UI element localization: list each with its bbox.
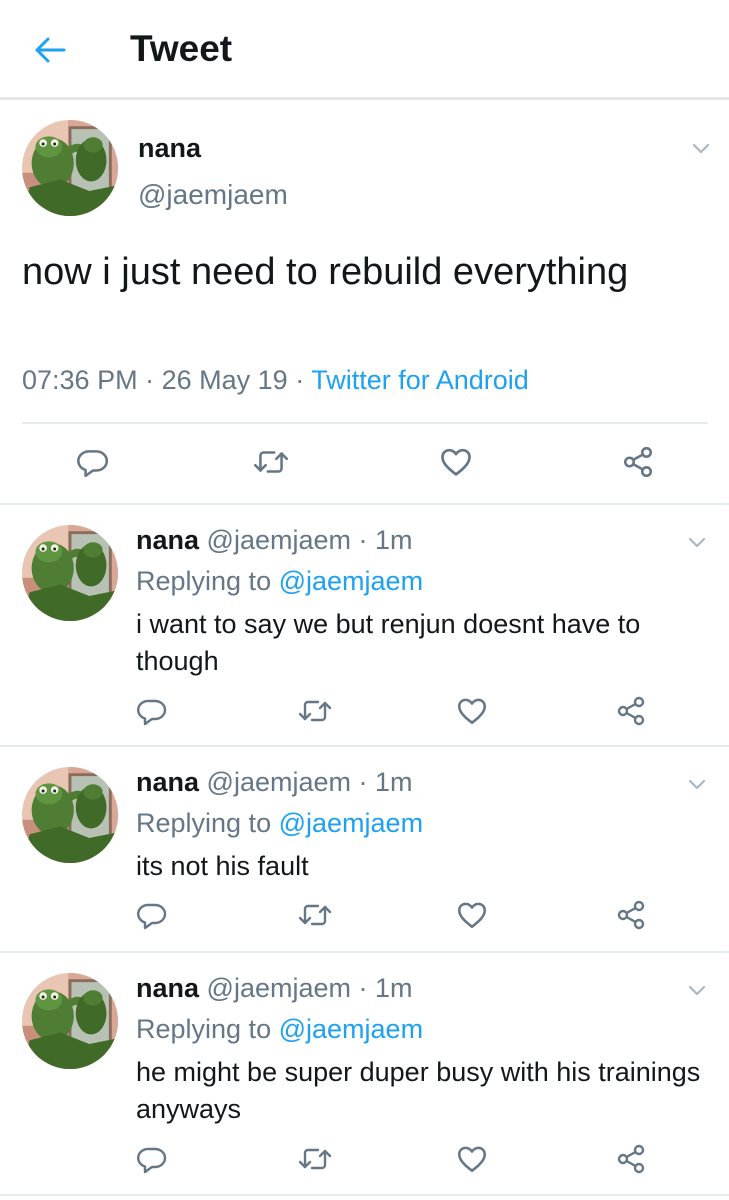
heart-icon	[455, 1142, 489, 1176]
meta-separator: ·	[145, 365, 155, 395]
meta-separator: ·	[295, 365, 305, 395]
retweet-icon	[297, 695, 333, 727]
avatar-image	[22, 525, 118, 621]
share-button[interactable]	[609, 893, 653, 937]
avatar[interactable]	[22, 973, 118, 1069]
page-title: Tweet	[130, 28, 233, 69]
avatar[interactable]	[22, 525, 118, 621]
replying-to: Replying to @jaemjaem	[136, 566, 423, 597]
retweet-button[interactable]	[249, 440, 293, 484]
reply-bubble-icon	[136, 695, 168, 727]
reply-time: 1m	[375, 973, 413, 1003]
share-icon	[615, 1143, 647, 1175]
share-icon	[615, 695, 647, 727]
replying-to: Replying to @jaemjaem	[136, 1014, 423, 1045]
mention-link[interactable]: @jaemjaem	[279, 808, 423, 838]
divider	[22, 422, 708, 424]
tweet-meta: 07:36 PM · 26 May 19 · Twitter for Andro…	[22, 365, 529, 396]
replying-label: Replying to	[136, 1014, 272, 1044]
app-header: Tweet	[0, 0, 729, 100]
avatar[interactable]	[22, 767, 118, 863]
replying-to: Replying to @jaemjaem	[136, 808, 423, 839]
reply-tweet[interactable]: nana @jaemjaem · 1m Replying to @jaemjae…	[0, 953, 729, 1196]
mention-link[interactable]: @jaemjaem	[279, 566, 423, 596]
reply-text: he might be super duper busy with his tr…	[136, 1057, 701, 1124]
retweet-icon	[297, 899, 333, 931]
chevron-down-icon	[685, 978, 709, 1002]
author-handle[interactable]: @jaemjaem	[207, 973, 351, 1003]
reply-button[interactable]	[130, 1137, 174, 1181]
reply-time: 1m	[375, 767, 413, 797]
replying-label: Replying to	[136, 566, 272, 596]
tweet-menu-button[interactable]	[686, 133, 716, 163]
author-name[interactable]: nana	[138, 133, 201, 164]
retweet-icon	[297, 1143, 333, 1175]
reply-header: nana @jaemjaem · 1m	[136, 525, 413, 556]
replying-label: Replying to	[136, 808, 272, 838]
author-name[interactable]: nana	[136, 767, 199, 797]
share-button[interactable]	[609, 1137, 653, 1181]
retweet-button[interactable]	[293, 1137, 337, 1181]
author-handle[interactable]: @jaemjaem	[207, 767, 351, 797]
tweet-menu-button[interactable]	[682, 769, 712, 799]
meta-separator: ·	[358, 525, 368, 555]
tweet-menu-button[interactable]	[682, 975, 712, 1005]
reply-time: 1m	[375, 525, 413, 555]
reply-header: nana @jaemjaem · 1m	[136, 767, 413, 798]
avatar-image	[22, 767, 118, 863]
author-handle[interactable]: @jaemjaem	[207, 525, 351, 555]
reply-header: nana @jaemjaem · 1m	[136, 973, 413, 1004]
heart-icon	[438, 444, 474, 480]
reply-button[interactable]	[130, 689, 174, 733]
retweet-button[interactable]	[293, 689, 337, 733]
main-tweet: nana @jaemjaem now i just need to rebuil…	[0, 103, 729, 505]
meta-separator: ·	[358, 767, 368, 797]
share-icon	[621, 445, 655, 479]
arrow-left-icon	[35, 37, 66, 63]
meta-separator: ·	[358, 973, 368, 1003]
tweet-menu-button[interactable]	[682, 527, 712, 557]
like-button[interactable]	[450, 1137, 494, 1181]
like-button[interactable]	[450, 689, 494, 733]
chevron-down-icon	[685, 530, 709, 554]
avatar-image	[22, 120, 118, 216]
share-button[interactable]	[609, 689, 653, 733]
tweet-source-link[interactable]: Twitter for Android	[311, 365, 529, 395]
author-name[interactable]: nana	[136, 525, 199, 555]
mention-link[interactable]: @jaemjaem	[279, 1014, 423, 1044]
reply-button[interactable]	[71, 440, 115, 484]
back-button[interactable]	[30, 30, 70, 70]
retweet-icon	[252, 445, 290, 479]
reply-bubble-icon	[136, 899, 168, 931]
heart-icon	[455, 898, 489, 932]
share-button[interactable]	[616, 440, 660, 484]
reply-text: its not his fault	[136, 851, 309, 881]
avatar[interactable]	[22, 120, 118, 216]
author-handle[interactable]: @jaemjaem	[138, 179, 288, 211]
reply-text: i want to say we but renjun doesnt have …	[136, 609, 641, 676]
like-button[interactable]	[450, 893, 494, 937]
tweet-time: 07:36 PM	[22, 365, 138, 395]
author-name[interactable]: nana	[136, 973, 199, 1003]
tweet-text: now i just need to rebuild everything	[22, 251, 629, 293]
avatar-image	[22, 973, 118, 1069]
retweet-button[interactable]	[293, 893, 337, 937]
chevron-down-icon	[685, 772, 709, 796]
reply-tweet[interactable]: nana @jaemjaem · 1m Replying to @jaemjae…	[0, 747, 729, 953]
reply-bubble-icon	[136, 1143, 168, 1175]
chevron-down-icon	[689, 136, 713, 160]
reply-bubble-icon	[76, 445, 110, 479]
reply-button[interactable]	[130, 893, 174, 937]
share-icon	[615, 899, 647, 931]
heart-icon	[455, 694, 489, 728]
like-button[interactable]	[434, 440, 478, 484]
reply-tweet[interactable]: nana @jaemjaem · 1m Replying to @jaemjae…	[0, 505, 729, 747]
tweet-date: 26 May 19	[161, 365, 288, 395]
